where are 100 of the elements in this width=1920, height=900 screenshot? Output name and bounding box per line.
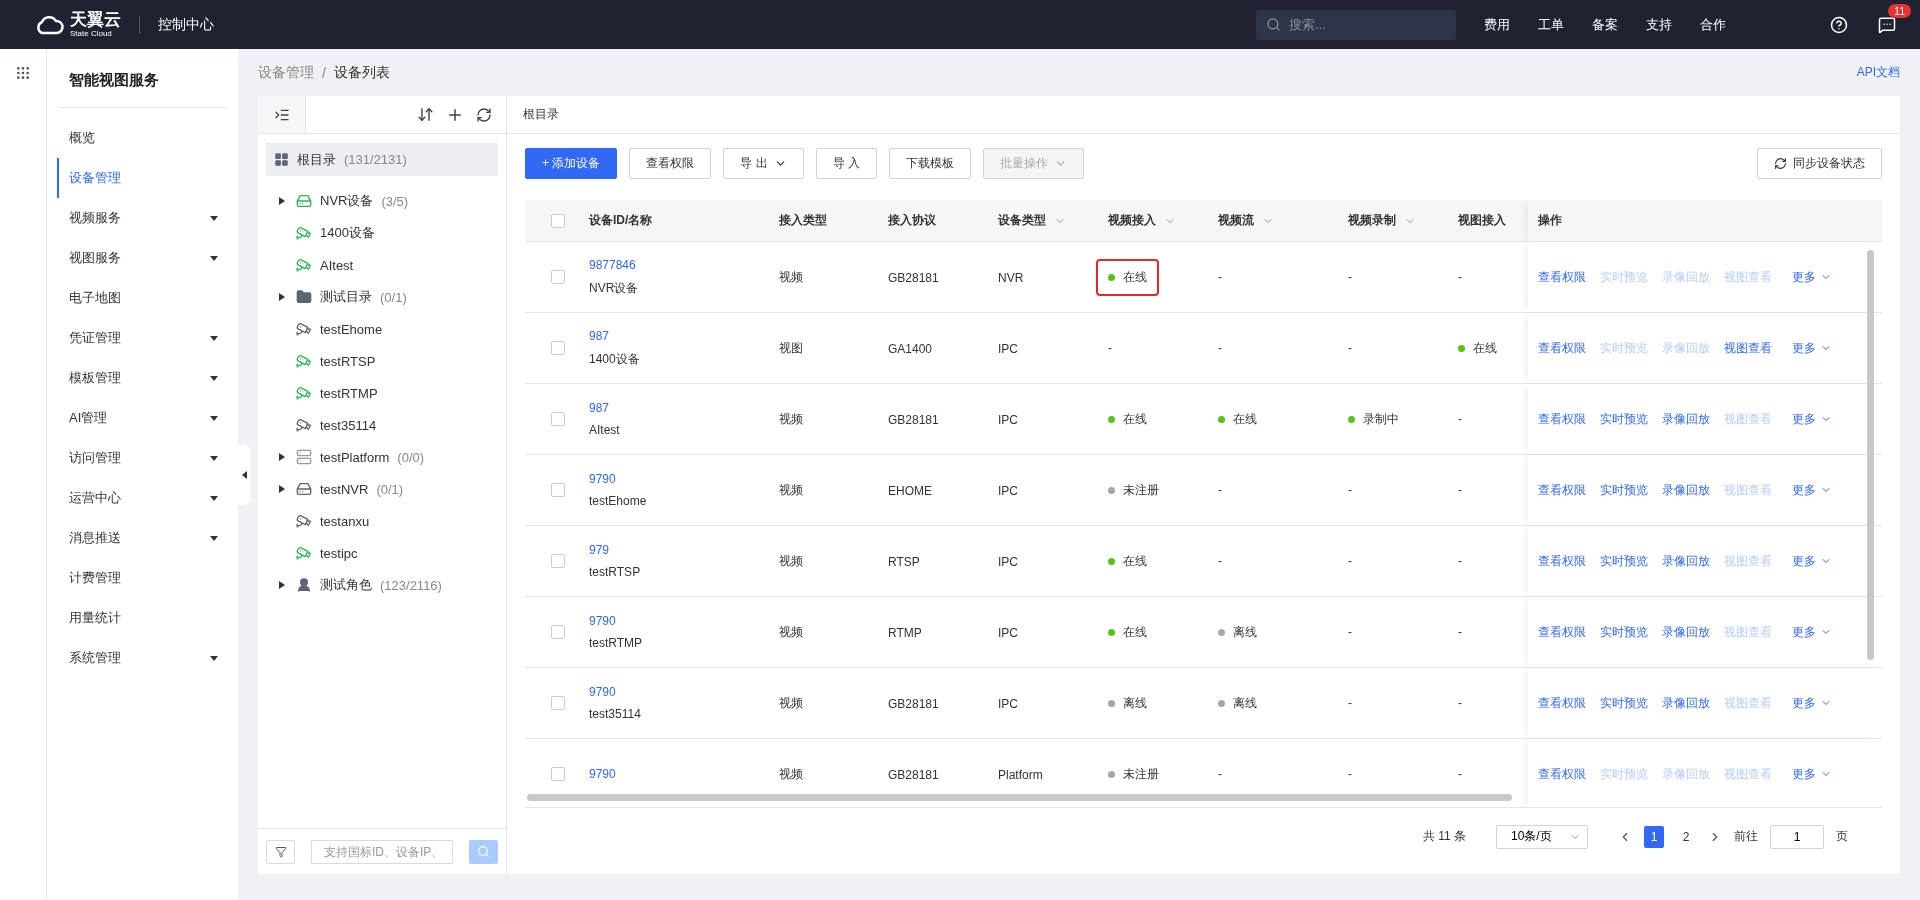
- tree-node[interactable]: NVR设备 (3/5): [266, 185, 498, 217]
- tree-node[interactable]: testPlatform (0/0): [266, 441, 498, 473]
- action-link[interactable]: 实时预览: [1600, 410, 1648, 428]
- device-id-link[interactable]: 979: [589, 543, 779, 557]
- sidebar-item[interactable]: 消息推送: [57, 518, 226, 558]
- tree-node[interactable]: AItest: [266, 249, 498, 281]
- action-link[interactable]: 录像回放: [1662, 552, 1710, 570]
- tree-node[interactable]: 1400设备: [266, 217, 498, 249]
- search-input[interactable]: 搜索...: [1287, 16, 1437, 33]
- sidebar-item[interactable]: 模板管理: [57, 358, 226, 398]
- action-link[interactable]: 查看权限: [1538, 623, 1586, 641]
- action-link[interactable]: 更多: [1792, 410, 1832, 428]
- tree-node[interactable]: testipc: [266, 537, 498, 569]
- toolbar-button[interactable]: 导 出: [723, 147, 804, 179]
- row-checkbox[interactable]: [551, 483, 565, 497]
- tree-node[interactable]: test35114: [266, 409, 498, 441]
- collapse-handle[interactable]: [238, 444, 250, 505]
- page-button[interactable]: 2: [1676, 825, 1696, 848]
- search-field[interactable]: 搜索...: [1256, 9, 1456, 40]
- page-button[interactable]: 1: [1644, 825, 1664, 848]
- action-link[interactable]: 录像回放: [1662, 694, 1710, 712]
- search-button[interactable]: [469, 839, 498, 864]
- action-link[interactable]: 更多: [1792, 623, 1832, 641]
- sidebar-item[interactable]: 运营中心: [57, 478, 226, 518]
- action-link[interactable]: 实时预览: [1600, 481, 1648, 499]
- row-checkbox[interactable]: [551, 412, 565, 426]
- expand-arrow-icon[interactable]: [278, 485, 286, 493]
- nav-link[interactable]: 费用: [1484, 15, 1510, 34]
- action-link[interactable]: 查看权限: [1538, 339, 1586, 357]
- sidebar-item[interactable]: 用量统计: [57, 598, 226, 638]
- sidebar-item[interactable]: 系统管理: [57, 638, 226, 678]
- expand-arrow-icon[interactable]: [278, 453, 286, 461]
- row-checkbox[interactable]: [551, 696, 565, 710]
- api-docs-link[interactable]: API文档: [1856, 64, 1900, 81]
- action-link[interactable]: 查看权限: [1538, 268, 1586, 286]
- column-header[interactable]: 视频录制: [1348, 212, 1416, 229]
- column-header[interactable]: 设备类型: [998, 212, 1066, 229]
- action-link[interactable]: 视图查看: [1724, 339, 1772, 357]
- nav-link[interactable]: 备案: [1592, 15, 1618, 34]
- column-header[interactable]: 视频接入: [1108, 212, 1176, 229]
- expand-arrow-icon[interactable]: [278, 581, 286, 589]
- vertical-scrollbar[interactable]: [1867, 250, 1874, 660]
- device-id-link[interactable]: 9790: [589, 685, 779, 699]
- device-id-link[interactable]: 9877846: [589, 257, 779, 272]
- tree-node[interactable]: testanxu: [266, 505, 498, 537]
- refresh-button[interactable]: [476, 106, 492, 123]
- breadcrumb-item[interactable]: 设备管理: [258, 63, 314, 82]
- sidebar-item[interactable]: 设备管理: [57, 158, 226, 198]
- action-link[interactable]: 查看权限: [1538, 410, 1586, 428]
- action-link[interactable]: 实时预览: [1600, 552, 1648, 570]
- tree-node[interactable]: testRTMP: [266, 377, 498, 409]
- toolbar-button[interactable]: 查看权限: [629, 147, 712, 179]
- sort-button[interactable]: [417, 106, 434, 123]
- action-link[interactable]: 实时预览: [1600, 694, 1648, 712]
- device-id-link[interactable]: 9790: [589, 614, 779, 628]
- action-link[interactable]: 查看权限: [1538, 765, 1586, 783]
- sidebar-item[interactable]: 电子地图: [57, 278, 226, 318]
- device-id-link[interactable]: 987: [589, 328, 779, 343]
- nav-link[interactable]: 合作: [1700, 15, 1726, 34]
- expand-arrow-icon[interactable]: [278, 197, 286, 205]
- row-checkbox[interactable]: [551, 767, 565, 781]
- tree-node[interactable]: 测试目录 (0/1): [266, 281, 498, 313]
- action-link[interactable]: 更多: [1792, 339, 1832, 357]
- goto-page-field[interactable]: 1: [1770, 824, 1824, 849]
- tree-node[interactable]: testEhome: [266, 313, 498, 345]
- action-link[interactable]: 更多: [1792, 765, 1832, 783]
- expand-arrow-icon[interactable]: [278, 293, 286, 301]
- page-size-select[interactable]: 10条/页: [1496, 824, 1588, 849]
- action-link[interactable]: 查看权限: [1538, 481, 1586, 499]
- row-checkbox[interactable]: [551, 554, 565, 568]
- device-id-link[interactable]: 987: [589, 401, 779, 415]
- row-checkbox[interactable]: [551, 341, 565, 355]
- tree-search-field[interactable]: 支持国标ID、设备IP、: [311, 839, 454, 864]
- tree-node[interactable]: testRTSP: [266, 345, 498, 377]
- select-all-checkbox[interactable]: [551, 213, 565, 228]
- filter-button[interactable]: [266, 839, 296, 864]
- sidebar-item[interactable]: 概览: [57, 118, 226, 158]
- tree-node[interactable]: 测试角色 (123/2116): [266, 569, 498, 601]
- column-header[interactable]: 视频流: [1218, 212, 1274, 229]
- sidebar-item[interactable]: 视图服务: [57, 238, 226, 278]
- action-link[interactable]: 录像回放: [1662, 481, 1710, 499]
- sidebar-item[interactable]: 凭证管理: [57, 318, 226, 358]
- nav-link[interactable]: 工单: [1538, 15, 1564, 34]
- horizontal-scrollbar[interactable]: [527, 794, 1512, 801]
- indent-toggle-button[interactable]: [258, 96, 306, 133]
- help-button[interactable]: [1830, 15, 1848, 34]
- message-button[interactable]: [1878, 15, 1896, 34]
- toolbar-button[interactable]: + 添加设备: [525, 147, 618, 179]
- sidebar-item[interactable]: AI管理: [57, 398, 226, 438]
- action-link[interactable]: 实时预览: [1600, 623, 1648, 641]
- action-link[interactable]: 查看权限: [1538, 694, 1586, 712]
- action-link[interactable]: 查看权限: [1538, 552, 1586, 570]
- tree-node[interactable]: testNVR (0/1): [266, 473, 498, 505]
- toolbar-button[interactable]: 下载模板: [889, 147, 972, 179]
- row-checkbox[interactable]: [551, 270, 565, 284]
- sidebar-item[interactable]: 访问管理: [57, 438, 226, 478]
- action-link[interactable]: 录像回放: [1662, 410, 1710, 428]
- apps-grid-icon[interactable]: [15, 65, 31, 81]
- action-link[interactable]: 更多: [1792, 552, 1832, 570]
- tree-root[interactable]: 根目录 (131/2131): [266, 143, 498, 176]
